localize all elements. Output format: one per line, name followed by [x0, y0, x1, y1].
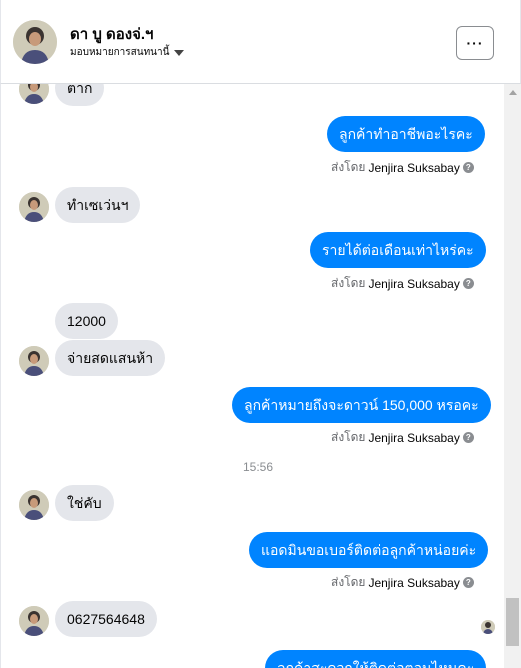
sent-by-prefix: ส่งโดย — [331, 160, 366, 174]
contact-mini-avatar — [19, 606, 49, 636]
message-bubble-incoming: 12000 — [55, 303, 118, 339]
contact-mini-avatar — [19, 192, 49, 222]
message-thread[interactable]: ตาก ลูกค้าทำอาชีพอะไรคะ ส่งโดย Jenjira S… — [0, 84, 521, 668]
contact-mini-avatar — [19, 346, 49, 376]
scrollbar-thumb[interactable] — [506, 598, 519, 646]
conversation-header: ดา บู ดองจ่.ฯ มอบหมายการสนทนานี้ ··· — [0, 0, 521, 84]
sent-by-prefix: ส่งโดย — [331, 276, 366, 290]
contact-mini-avatar — [19, 84, 49, 104]
message-bubble-incoming: จ่ายสดแสนห้า — [55, 340, 166, 376]
contact-name[interactable]: ดา บู ดองจ่.ฯ — [70, 22, 153, 46]
message-bubble-incoming: ทำเซเว่นฯ — [55, 187, 141, 223]
seen-indicator-avatar — [481, 620, 495, 634]
sender-name: Jenjira Suksabay — [368, 575, 460, 590]
timestamp-divider: 15:56 — [243, 460, 274, 474]
message-bubble-outgoing: รายได้ต่อเดือนเท่าไหร่คะ — [310, 232, 486, 268]
sent-by-label: ส่งโดย Jenjira Suksabay ? — [331, 158, 474, 177]
help-icon[interactable]: ? — [462, 278, 474, 289]
message-bubble-incoming: 0627564648 — [55, 601, 157, 637]
scroll-up-arrow-icon[interactable] — [509, 90, 517, 95]
sent-by-prefix: ส่งโดย — [331, 575, 366, 589]
assign-conversation-label: มอบหมายการสนทนานี้ — [70, 47, 170, 58]
message-bubble-incoming: ตาก — [55, 84, 105, 106]
help-icon[interactable]: ? — [462, 432, 474, 443]
sender-name: Jenjira Suksabay — [368, 276, 460, 291]
message-bubble-outgoing: แอดมินขอเบอร์ติดต่อลูกค้าหน่อยค่ะ — [249, 532, 489, 568]
sent-by-label: ส่งโดย Jenjira Suksabay ? — [331, 573, 474, 592]
sender-name: Jenjira Suksabay — [368, 430, 460, 445]
message-bubble-outgoing: ลูกค้าสะดวกให้ติดต่อตอนไหนคะ — [265, 650, 487, 668]
message-bubble-outgoing: ลูกค้าทำอาชีพอะไรคะ — [327, 116, 485, 152]
more-options-button[interactable]: ··· — [456, 26, 494, 60]
contact-mini-avatar — [19, 490, 49, 520]
sent-by-label: ส่งโดย Jenjira Suksabay ? — [331, 274, 474, 293]
message-bubble-outgoing: ลูกค้าหมายถึงจะดาวน์ 150,000 หรอคะ — [232, 387, 491, 423]
assign-conversation-dropdown[interactable]: มอบหมายการสนทนานี้ — [70, 45, 185, 60]
thread-scrollbar[interactable] — [504, 84, 521, 668]
sent-by-prefix: ส่งโดย — [331, 430, 366, 444]
sender-name: Jenjira Suksabay — [368, 160, 460, 175]
help-icon[interactable]: ? — [462, 577, 474, 588]
contact-avatar[interactable] — [13, 20, 57, 64]
help-icon[interactable]: ? — [462, 162, 474, 173]
sent-by-label: ส่งโดย Jenjira Suksabay ? — [331, 428, 474, 447]
caret-down-icon — [174, 49, 185, 56]
message-bubble-incoming: ใช่คับ — [55, 485, 114, 521]
